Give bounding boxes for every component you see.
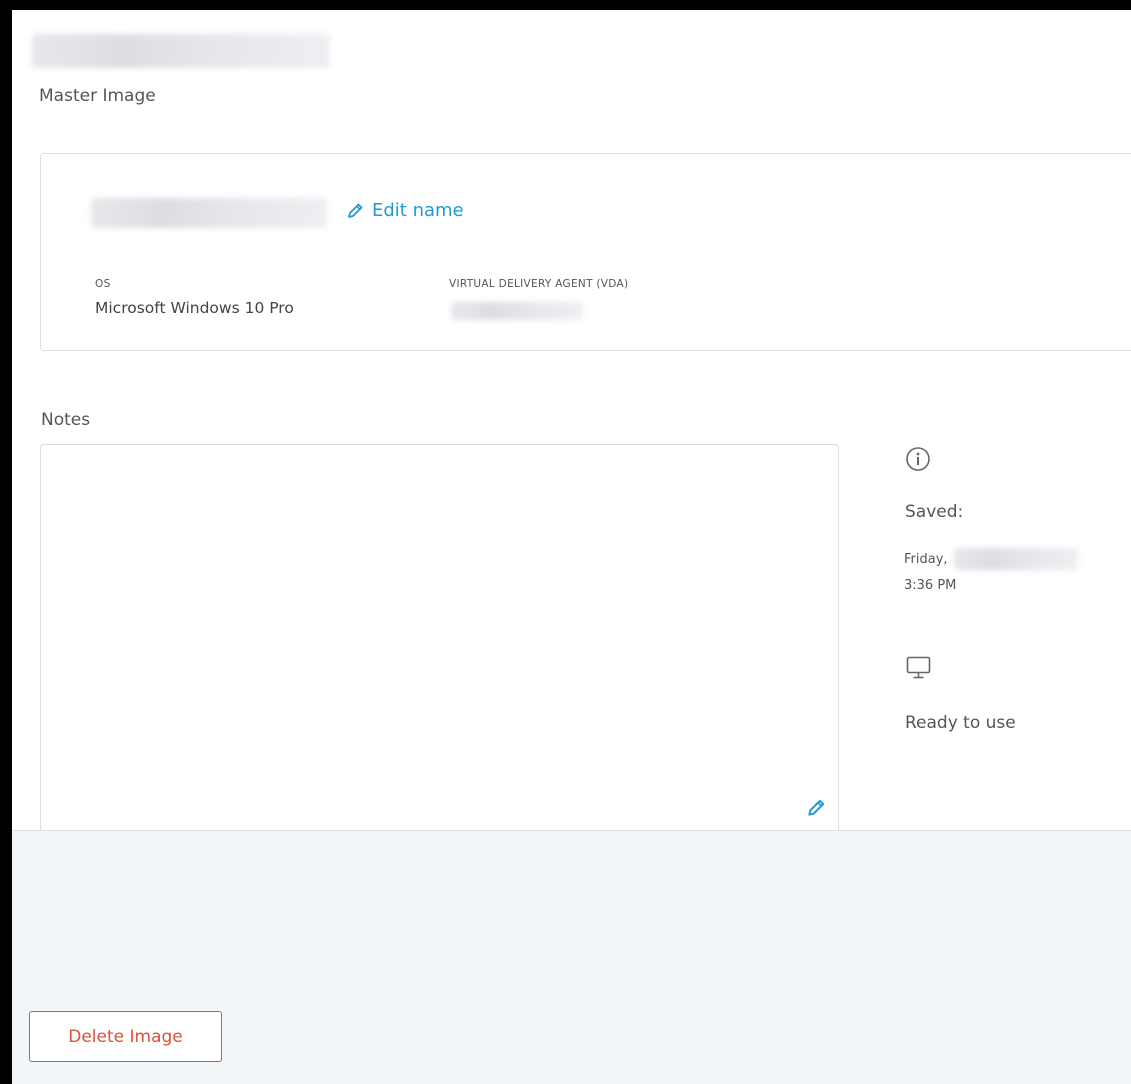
edit-name-link[interactable]: Edit name <box>346 200 464 221</box>
info-circle-icon <box>905 446 931 476</box>
saved-label: Saved: <box>905 502 964 522</box>
pencil-icon <box>346 202 364 220</box>
vda-value-redacted <box>451 302 583 320</box>
pencil-icon[interactable] <box>806 798 826 822</box>
os-value: Microsoft Windows 10 Pro <box>95 299 294 317</box>
image-title-redacted <box>32 34 330 68</box>
image-info-card: Edit name OS Microsoft Windows 10 Pro VI… <box>40 153 1131 351</box>
saved-time: 3:36 PM <box>904 578 957 593</box>
page-subtitle: Master Image <box>39 86 156 106</box>
notes-field[interactable] <box>40 444 839 835</box>
monitor-icon <box>905 654 933 686</box>
delete-image-button[interactable]: Delete Image <box>29 1011 222 1062</box>
vda-label: VIRTUAL DELIVERY AGENT (VDA) <box>449 278 629 290</box>
os-label: OS <box>95 278 111 290</box>
image-details-panel: Master Image Edit name OS Microsoft Wind… <box>12 10 1131 1084</box>
saved-date: Friday, <box>904 548 1078 570</box>
saved-date-redacted <box>953 548 1078 570</box>
footer-bar: Delete Image <box>12 830 1131 1084</box>
image-name-redacted <box>91 198 327 228</box>
saved-day: Friday, <box>904 551 948 567</box>
notes-label: Notes <box>41 410 91 430</box>
edit-name-label: Edit name <box>372 200 464 221</box>
ready-status: Ready to use <box>905 713 1016 733</box>
